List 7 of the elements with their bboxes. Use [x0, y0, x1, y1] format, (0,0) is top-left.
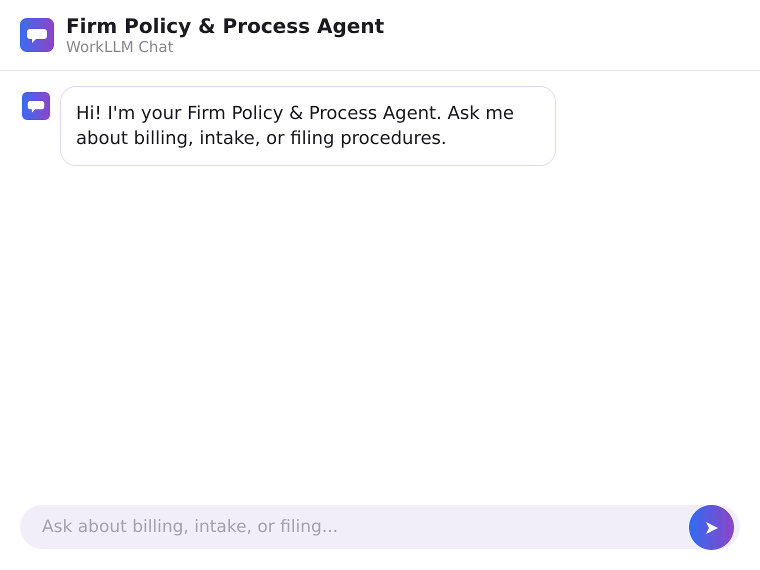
- agent-title: Firm Policy & Process Agent: [66, 14, 384, 38]
- app-subtitle: WorkLLM Chat: [66, 38, 174, 56]
- chat-logo-icon: [20, 18, 54, 52]
- agent-avatar-icon: [22, 92, 50, 120]
- send-icon: [704, 520, 720, 536]
- message-input[interactable]: Ask about billing, intake, or filing...: [20, 505, 740, 549]
- message-bubble: Hi! I'm your Firm Policy & Process Agent. Ask me about billing, intake, or filing procedures.: [60, 86, 556, 166]
